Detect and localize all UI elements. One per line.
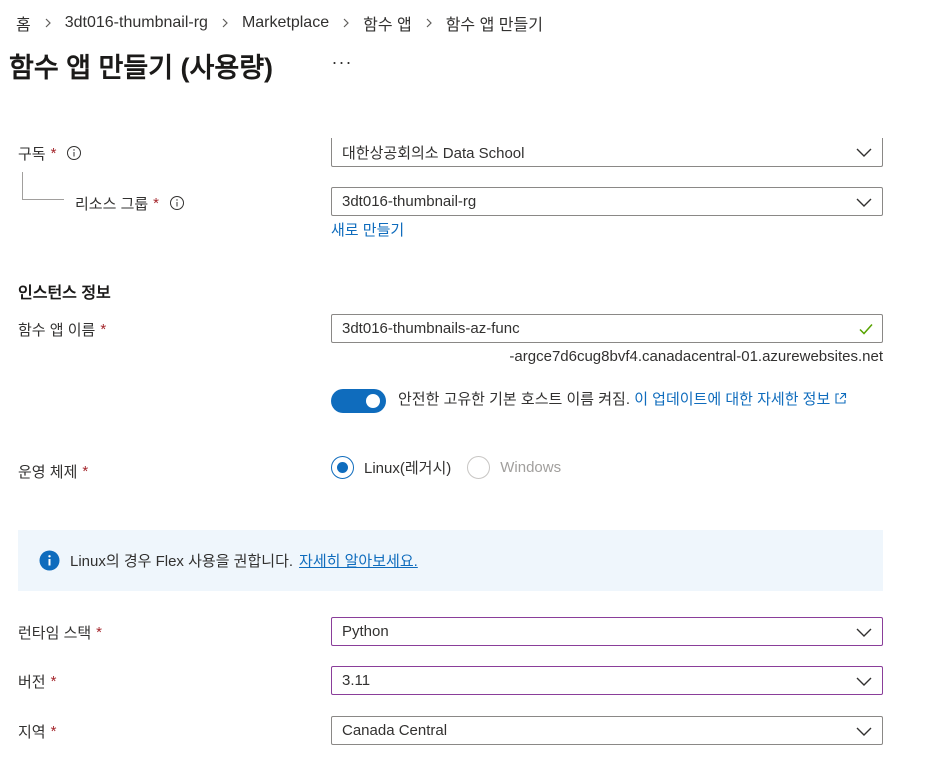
subscription-dropdown[interactable]: 대한상공회의소 Data School	[331, 138, 883, 167]
create-new-resource-group-link[interactable]: 새로 만들기	[331, 219, 404, 240]
required-marker: *	[82, 462, 89, 480]
radio-selected-icon	[331, 455, 354, 479]
breadcrumb-marketplace[interactable]: Marketplace	[242, 14, 329, 32]
learn-more-flex-link[interactable]: 자세히 알아보세요.	[299, 550, 418, 571]
subscription-label: 구독 *	[18, 141, 82, 165]
chevron-down-icon	[856, 677, 872, 686]
banner-text: Linux의 경우 Flex 사용을 권합니다.	[70, 553, 294, 570]
info-icon[interactable]	[169, 195, 185, 211]
learn-more-hostname-link-text: 이 업데이트에 대한 자세한 정보	[634, 391, 831, 408]
info-icon[interactable]	[66, 145, 82, 161]
chevron-right-icon	[412, 18, 446, 28]
version-dropdown[interactable]: 3.11	[331, 666, 883, 695]
subscription-value: 대한상공회의소 Data School	[342, 144, 525, 162]
learn-more-hostname-link[interactable]: 이 업데이트에 대한 자세한 정보	[634, 391, 847, 408]
os-radio-windows-label: Windows	[500, 458, 562, 476]
runtime-stack-label-text: 런타임 스택	[18, 624, 92, 642]
external-link-icon	[835, 392, 847, 404]
chevron-down-icon	[856, 628, 872, 637]
required-marker: *	[50, 722, 57, 740]
os-radio-windows[interactable]: Windows	[467, 455, 562, 479]
subscription-label-text: 구독	[18, 145, 46, 163]
breadcrumb-home[interactable]: 홈	[16, 11, 31, 35]
runtime-stack-label: 런타임 스택 *	[18, 620, 102, 644]
resource-group-value: 3dt016-thumbnail-rg	[342, 193, 477, 210]
region-dropdown[interactable]: Canada Central	[331, 716, 883, 745]
region-label: 지역 *	[18, 719, 56, 743]
os-label: 운영 체제 *	[18, 459, 88, 483]
region-label-text: 지역	[18, 723, 46, 741]
chevron-down-icon	[856, 727, 872, 736]
breadcrumb: 홈 3dt016-thumbnail-rg Marketplace 함수 앱 함…	[16, 11, 543, 35]
instance-details-heading: 인스턴스 정보	[18, 285, 111, 302]
region-value: Canada Central	[342, 722, 448, 739]
secure-hostname-description: 안전한 고유한 기본 호스트 이름 켜짐.	[398, 391, 631, 408]
tree-connector	[22, 172, 64, 200]
chevron-right-icon	[208, 18, 242, 28]
breadcrumb-create-function-app[interactable]: 함수 앱 만들기	[446, 11, 543, 35]
required-marker: *	[100, 320, 107, 338]
runtime-stack-dropdown[interactable]: Python	[331, 617, 883, 646]
chevron-down-icon	[856, 148, 872, 157]
breadcrumb-resource-group[interactable]: 3dt016-thumbnail-rg	[65, 14, 208, 32]
required-marker: *	[96, 623, 103, 641]
secure-hostname-toggle[interactable]	[331, 389, 386, 413]
function-app-name-label: 함수 앱 이름 *	[18, 317, 106, 341]
function-app-name-input[interactable]: 3dt016-thumbnails-az-func	[331, 314, 883, 343]
function-app-name-value: 3dt016-thumbnails-az-func	[342, 320, 520, 337]
version-label-text: 버전	[18, 673, 46, 691]
resource-group-label: 리소스 그룹 *	[75, 191, 185, 215]
version-value: 3.11	[342, 672, 371, 689]
function-app-name-label-text: 함수 앱 이름	[18, 321, 96, 339]
os-radio-linux[interactable]: Linux(레거시)	[331, 455, 452, 479]
info-filled-icon	[39, 550, 60, 571]
resource-group-dropdown[interactable]: 3dt016-thumbnail-rg	[331, 187, 883, 216]
os-radio-linux-label: Linux(레거시)	[364, 459, 452, 477]
chevron-right-icon	[31, 18, 65, 28]
flex-recommendation-banner: Linux의 경우 Flex 사용을 권합니다. 자세히 알아보세요.	[18, 530, 883, 591]
required-marker: *	[50, 672, 57, 690]
domain-suffix: -argce7d6cug8bvf4.canadacentral-01.azure…	[509, 348, 883, 365]
chevron-right-icon	[329, 18, 363, 28]
os-radio-group: Linux(레거시) Windows	[331, 455, 577, 479]
checkmark-icon	[859, 324, 873, 335]
radio-unselected-icon	[467, 455, 491, 479]
page-title: 함수 앱 만들기 (사용량)	[9, 53, 274, 83]
required-marker: *	[153, 194, 160, 212]
toggle-knob	[366, 394, 380, 408]
secure-hostname-text: 안전한 고유한 기본 호스트 이름 켜짐. 이 업데이트에 대한 자세한 정보	[398, 389, 888, 411]
runtime-stack-value: Python	[342, 623, 389, 640]
os-label-text: 운영 체제	[18, 463, 78, 481]
chevron-down-icon	[856, 198, 872, 207]
required-marker: *	[50, 144, 57, 162]
breadcrumb-function-app[interactable]: 함수 앱	[363, 11, 412, 35]
more-options-button[interactable]: ···	[330, 50, 354, 74]
resource-group-label-text: 리소스 그룹	[75, 195, 149, 213]
version-label: 버전 *	[18, 669, 56, 693]
